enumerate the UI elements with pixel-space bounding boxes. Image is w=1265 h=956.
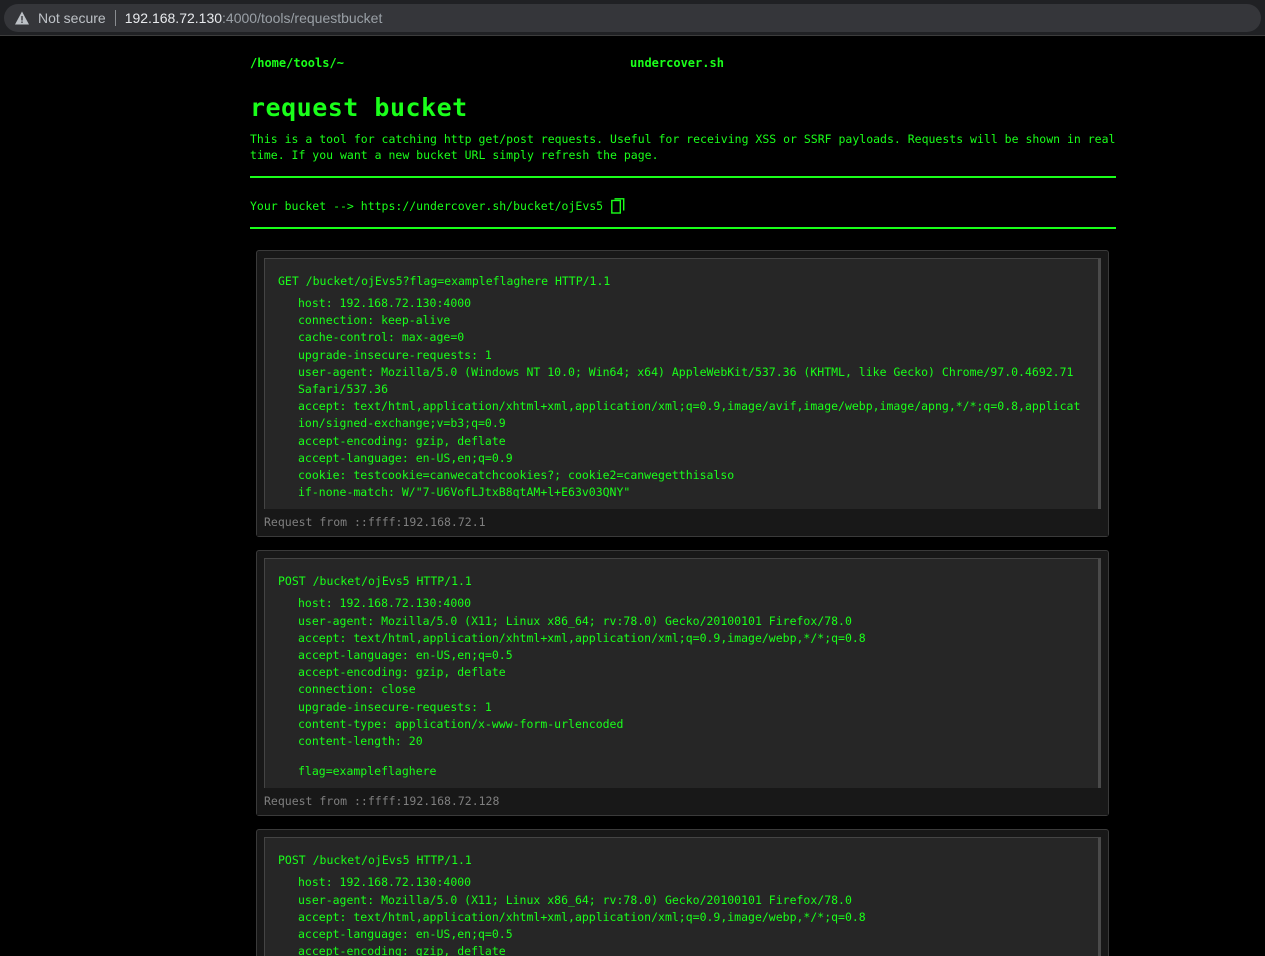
request-list: GET /bucket/ojEvs5?flag=exampleflaghere … bbox=[256, 250, 1109, 956]
url-text[interactable]: 192.168.72.130:4000/tools/requestbucket bbox=[125, 10, 383, 26]
home-link[interactable]: /home/tools/~ bbox=[250, 56, 344, 70]
header-line: accept-language: en-US,en;q=0.5 bbox=[298, 648, 513, 663]
request-headers: host: 192.168.72.130:4000 user-agent: Moz… bbox=[278, 874, 1085, 956]
header-line: user-agent: Mozilla/5.0 (X11; Linux x86_… bbox=[298, 892, 852, 907]
request-line: GET /bucket/ojEvs5?flag=exampleflaghere … bbox=[278, 274, 611, 288]
request-headers: host: 192.168.72.130:4000 connection: kee… bbox=[278, 295, 1085, 501]
request-card: POST /bucket/ojEvs5 HTTP/1.1 host: 192.16… bbox=[256, 829, 1109, 956]
header-line: user-agent: Mozilla/5.0 (Windows NT 10.0… bbox=[298, 364, 1074, 397]
header-line: upgrade-insecure-requests: 1 bbox=[298, 347, 492, 362]
header-line: host: 192.168.72.130:4000 bbox=[298, 296, 472, 310]
request-headers: host: 192.168.72.130:4000 user-agent: Moz… bbox=[278, 595, 1085, 780]
header-line: accept: text/html,application/xhtml+xml,… bbox=[298, 909, 866, 924]
request-details[interactable]: POST /bucket/ojEvs5 HTTP/1.1 host: 192.16… bbox=[264, 558, 1101, 789]
copy-icon[interactable] bbox=[611, 198, 625, 214]
security-label[interactable]: Not secure bbox=[38, 10, 106, 26]
header-line: accept-language: en-US,en;q=0.9 bbox=[298, 450, 513, 465]
header-line: if-none-match: W/"7-U6VofLJtxB8qtAM+l+E6… bbox=[298, 485, 631, 500]
header-line: accept: text/html,application/xhtml+xml,… bbox=[298, 630, 866, 645]
url-path: :4000/tools/requestbucket bbox=[222, 10, 383, 26]
header-line: accept-encoding: gzip, deflate bbox=[298, 944, 506, 956]
divider bbox=[250, 176, 1116, 178]
header-line: accept-encoding: gzip, deflate bbox=[298, 665, 506, 680]
request-source: Request from ::ffff:192.168.72.128 bbox=[257, 788, 1108, 816]
request-source: Request from ::ffff:192.168.72.1 bbox=[257, 509, 1108, 537]
browser-address-bar: Not secure 192.168.72.130:4000/tools/req… bbox=[0, 0, 1265, 36]
header-line: accept-language: en-US,en;q=0.5 bbox=[298, 927, 513, 942]
url-divider bbox=[114, 10, 116, 26]
divider bbox=[250, 227, 1116, 229]
page-description: This is a tool for catching http get/pos… bbox=[250, 132, 1116, 162]
page-title: request bucket bbox=[250, 93, 468, 122]
request-card: POST /bucket/ojEvs5 HTTP/1.1 host: 192.16… bbox=[256, 550, 1109, 817]
request-card: GET /bucket/ojEvs5?flag=exampleflaghere … bbox=[256, 250, 1109, 538]
page-content: /home/tools/~ undercover.sh request buck… bbox=[250, 36, 1116, 229]
header-line: cookie: testcookie=canwecatchcookies?; c… bbox=[298, 468, 735, 483]
header-line: connection: keep-alive bbox=[298, 313, 451, 328]
url-host: 192.168.72.130 bbox=[124, 10, 223, 26]
header-line: host: 192.168.72.130:4000 bbox=[298, 875, 472, 890]
header-line: connection: close bbox=[298, 682, 416, 697]
request-details[interactable]: GET /bucket/ojEvs5?flag=exampleflaghere … bbox=[264, 258, 1101, 510]
request-body: flag=exampleflaghere bbox=[298, 764, 437, 779]
request-line: POST /bucket/ojEvs5 HTTP/1.1 bbox=[278, 574, 472, 589]
request-details[interactable]: POST /bucket/ojEvs5 HTTP/1.1 host: 192.16… bbox=[264, 837, 1101, 956]
header-line: content-type: application/x-www-form-url… bbox=[298, 716, 624, 731]
bucket-url-text: Your bucket --> https://undercover.sh/bu… bbox=[250, 199, 604, 213]
header-line: upgrade-insecure-requests: 1 bbox=[298, 699, 492, 714]
header-line: user-agent: Mozilla/5.0 (X11; Linux x86_… bbox=[298, 613, 852, 628]
bucket-row: Your bucket --> https://undercover.sh/bu… bbox=[250, 196, 1116, 216]
omnibox[interactable]: Not secure 192.168.72.130:4000/tools/req… bbox=[4, 4, 1261, 32]
header-line: accept-encoding: gzip, deflate bbox=[298, 433, 506, 448]
brand-link[interactable]: undercover.sh bbox=[630, 56, 724, 70]
top-nav: /home/tools/~ undercover.sh bbox=[250, 36, 1116, 82]
request-line: POST /bucket/ojEvs5 HTTP/1.1 bbox=[278, 853, 472, 868]
header-line: accept: text/html,application/xhtml+xml,… bbox=[298, 399, 1081, 431]
header-line: cache-control: max-age=0 bbox=[298, 330, 465, 345]
warning-icon[interactable] bbox=[14, 10, 30, 26]
header-line: content-length: 20 bbox=[298, 734, 423, 749]
header-line: host: 192.168.72.130:4000 bbox=[298, 596, 472, 611]
